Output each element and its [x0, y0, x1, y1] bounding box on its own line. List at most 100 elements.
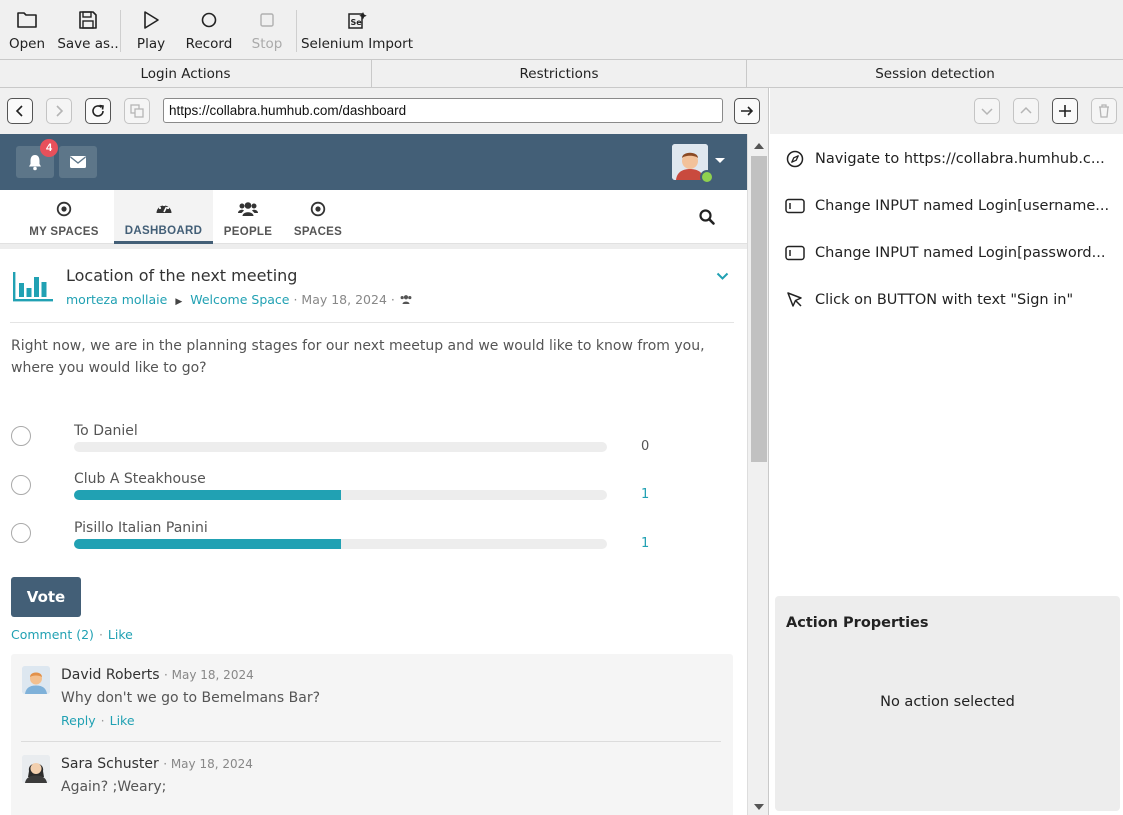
compass-icon [784, 148, 806, 170]
delete-action-button[interactable] [1091, 98, 1117, 124]
add-action-button[interactable] [1052, 98, 1078, 124]
forward-button[interactable] [46, 98, 72, 124]
record-icon [200, 8, 218, 32]
comment-author-name[interactable]: David Roberts [61, 667, 160, 683]
back-button[interactable] [7, 98, 33, 124]
open-button[interactable]: Open [8, 8, 46, 56]
recorded-actions-list: Navigate to https://collabra.humhub.c...… [770, 134, 1123, 594]
comment-author: Sara Schuster · May 18, 2024 [61, 756, 253, 772]
reload-button[interactable] [85, 98, 111, 124]
reply-link[interactable]: Reply [61, 713, 96, 728]
comments-section: David Roberts · May 18, 2024 Why don't w… [11, 654, 733, 815]
input-field-icon [784, 195, 806, 217]
comment-author: David Roberts · May 18, 2024 [61, 667, 254, 683]
open-label: Open [8, 36, 46, 52]
poll-option-count[interactable]: 0 [641, 439, 649, 454]
scroll-up-arrow-icon[interactable] [754, 143, 764, 149]
nav-my-spaces[interactable]: MY SPACES [22, 190, 106, 244]
toolbar: Open Save as.. Play Record Stop Se Selen… [0, 0, 1123, 60]
poll-option-fill [74, 539, 341, 549]
humhub-topbar: 4 [0, 134, 747, 190]
tab-login-actions[interactable]: Login Actions [0, 60, 372, 87]
tab-restrictions[interactable]: Restrictions [372, 60, 747, 87]
nav-dashboard[interactable]: DASHBOARD [114, 190, 213, 244]
post-date: · May 18, 2024 · [293, 292, 395, 307]
record-label: Record [185, 36, 233, 52]
chevron-right-icon [56, 105, 64, 117]
go-button[interactable] [734, 98, 760, 124]
action-item-text: Navigate to https://collabra.humhub.c... [815, 151, 1105, 167]
scroll-down-arrow-icon[interactable] [754, 804, 764, 810]
poll-option-progress [74, 539, 607, 549]
play-label: Play [136, 36, 166, 52]
action-list-toolbar [770, 88, 1123, 134]
poll-option-label: To Daniel [74, 423, 138, 439]
reload-icon [92, 104, 104, 117]
copy-url-button[interactable] [124, 98, 150, 124]
poll-option-progress [74, 490, 607, 500]
record-button[interactable]: Record [186, 8, 232, 56]
poll-option-radio[interactable] [11, 523, 31, 543]
humhub-main-nav: MY SPACES DASHBOARD PEOPLE SPACES [0, 190, 747, 244]
envelope-icon [70, 156, 86, 168]
chevron-down-icon[interactable] [716, 269, 729, 285]
play-button[interactable]: Play [134, 8, 168, 56]
play-icon [142, 8, 160, 32]
selenium-import-button[interactable]: Se Selenium Import [300, 8, 414, 56]
poll-option-count[interactable]: 1 [641, 536, 649, 551]
poll-option-radio[interactable] [11, 475, 31, 495]
action-item[interactable]: Change INPUT named Login[password... [784, 240, 1105, 266]
post-title: Location of the next meeting [66, 266, 298, 285]
search-icon[interactable] [698, 208, 716, 230]
nav-my-spaces-label: MY SPACES [29, 226, 99, 238]
copy-icon [130, 104, 144, 118]
avatar[interactable] [22, 755, 50, 783]
action-item[interactable]: Click on BUTTON with text "Sign in" [784, 287, 1073, 313]
action-item-text: Change INPUT named Login[username... [815, 198, 1110, 214]
poll-option-fill [74, 490, 341, 500]
browser-viewport: 4 MY SPACES DASHBOARD PEOPLE SPACES Loca… [0, 134, 769, 815]
users-icon [237, 199, 259, 219]
save-as-button[interactable]: Save as.. [57, 8, 119, 56]
post-space-link[interactable]: Welcome Space [190, 292, 289, 307]
comment-divider [21, 741, 721, 742]
move-up-button[interactable] [1013, 98, 1039, 124]
selenium-import-label: Selenium Import [300, 36, 414, 52]
notification-badge: 4 [40, 139, 58, 157]
poll-option-radio[interactable] [11, 426, 31, 446]
poll-option-label: Club A Steakhouse [74, 471, 206, 487]
user-menu-caret-icon[interactable] [715, 158, 725, 163]
stop-button[interactable]: Stop [250, 8, 284, 56]
bell-icon [29, 155, 41, 171]
comment-date: · May 18, 2024 [163, 757, 253, 771]
comment-like-link[interactable]: Like [110, 713, 135, 728]
avatar[interactable] [22, 666, 50, 694]
chevron-down-icon [981, 108, 993, 116]
scrollbar-thumb[interactable] [751, 156, 767, 462]
tab-session-detection[interactable]: Session detection [747, 60, 1123, 87]
nav-people[interactable]: PEOPLE [221, 190, 275, 244]
comment-date: · May 18, 2024 [164, 668, 254, 682]
comment-author-name[interactable]: Sara Schuster [61, 756, 159, 772]
nav-spaces[interactable]: SPACES [292, 190, 344, 244]
comment-link[interactable]: Comment (2) [11, 627, 94, 642]
poll-option-progress [74, 442, 607, 452]
move-down-button[interactable] [974, 98, 1000, 124]
post-author-link[interactable]: morteza mollaie [66, 292, 167, 307]
trash-icon [1099, 104, 1109, 118]
url-input[interactable]: https://collabra.humhub.com/dashboard [163, 98, 723, 123]
avatar-image [22, 666, 50, 694]
action-item[interactable]: Navigate to https://collabra.humhub.c... [784, 146, 1105, 172]
like-link[interactable]: Like [108, 627, 133, 642]
vertical-scrollbar[interactable] [747, 134, 768, 815]
action-item[interactable]: Change INPUT named Login[username... [784, 193, 1109, 219]
action-item-text: Click on BUTTON with text "Sign in" [815, 292, 1074, 308]
vote-button[interactable]: Vote [11, 577, 81, 617]
post-divider [10, 322, 734, 323]
folder-icon [16, 8, 38, 32]
messages-button[interactable] [59, 146, 97, 178]
plus-icon [1059, 105, 1071, 117]
poll-option-count[interactable]: 1 [641, 487, 649, 502]
no-action-selected-text: No action selected [880, 694, 1015, 710]
comment-text: Again? ;Weary; [61, 779, 167, 795]
